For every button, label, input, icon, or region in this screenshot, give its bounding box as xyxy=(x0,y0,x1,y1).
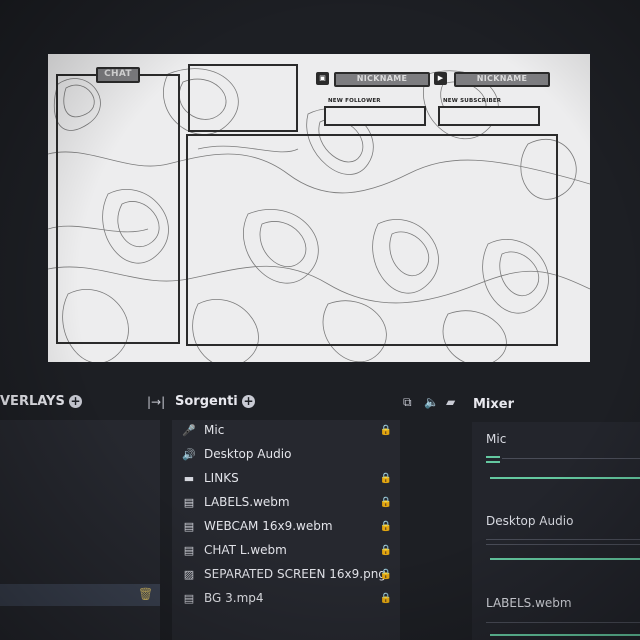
mixer-channel-label: LABELS.webm xyxy=(486,596,572,610)
twitch-nickname: NICKNAME xyxy=(334,72,430,87)
preview-canvas[interactable]: CHAT ▣ NICKNAME ▶ NICKNAME NEW FOLLOWER … xyxy=(48,54,590,362)
mic-volume-slider[interactable] xyxy=(490,477,640,479)
new-follower-box xyxy=(324,106,426,126)
source-label: BG 3.mp4 xyxy=(204,591,264,605)
lock-icon[interactable]: 🔒 xyxy=(380,497,392,508)
lock-icon[interactable]: 🔒 xyxy=(380,521,392,532)
source-item[interactable]: ▤ CHAT L.webm 🔒 xyxy=(172,538,400,562)
lock-icon[interactable]: 🔒 xyxy=(380,425,392,436)
microphone-icon: 🎤 xyxy=(182,423,196,437)
mic-level-meter xyxy=(486,461,500,463)
source-label: SEPARATED SCREEN 16x9.png xyxy=(204,567,386,581)
lock-icon[interactable]: 🔒 xyxy=(380,473,392,484)
file-icon: ▤ xyxy=(183,519,195,533)
add-folder-icon[interactable]: ▰ xyxy=(446,395,455,409)
add-source-icon[interactable]: + xyxy=(242,395,255,408)
source-label: LINKS xyxy=(204,471,239,485)
new-subscriber-label: NEW SUBSCRIBER xyxy=(443,98,502,104)
lock-icon[interactable]: 🔒 xyxy=(380,569,392,580)
scene-item-selected[interactable]: 🗑 xyxy=(0,584,160,606)
youtube-icon: ▶ xyxy=(434,72,447,85)
scenes-title: VERLAYS xyxy=(0,394,65,409)
file-icon: ▤ xyxy=(183,495,195,509)
new-follower-label: NEW FOLLOWER xyxy=(328,98,381,104)
chat-label: CHAT xyxy=(96,67,140,83)
mixer-title: Mixer xyxy=(473,397,515,412)
add-scene-icon[interactable]: + xyxy=(69,395,82,408)
source-item[interactable]: ▬ LINKS 🔒 xyxy=(172,466,400,490)
file-icon: ▤ xyxy=(183,591,195,605)
lock-icon[interactable]: 🔒 xyxy=(380,545,392,556)
filter-icon[interactable]: ⧉ xyxy=(403,395,412,410)
source-item[interactable]: 🎤 Mic 🔒 xyxy=(172,418,400,442)
labels-volume-slider[interactable] xyxy=(490,634,640,636)
collapse-dock-icon[interactable]: |→| xyxy=(147,395,165,409)
source-item[interactable]: ▤ BG 3.mp4 🔒 xyxy=(172,586,400,610)
image-icon: ▨ xyxy=(183,567,195,581)
youtube-nickname: NICKNAME xyxy=(454,72,550,87)
desktop-audio-meter-track xyxy=(486,539,640,540)
sources-title: Sorgenti xyxy=(175,394,238,409)
speaker-icon: 🔊 xyxy=(182,447,196,461)
source-label: LABELS.webm xyxy=(204,495,290,509)
desktop-audio-meter-track xyxy=(486,544,640,545)
audio-settings-icon[interactable]: 🔈 xyxy=(424,395,439,409)
source-item[interactable]: 🔊 Desktop Audio xyxy=(172,442,400,466)
source-item[interactable]: ▤ LABELS.webm 🔒 xyxy=(172,490,400,514)
lock-icon[interactable]: 🔒 xyxy=(380,593,392,604)
scenes-panel[interactable] xyxy=(0,420,160,640)
trash-icon[interactable]: 🗑 xyxy=(138,587,153,601)
mixer-channel-label: Mic xyxy=(486,432,507,446)
mixer-channel-label: Desktop Audio xyxy=(486,514,574,528)
source-label: CHAT L.webm xyxy=(204,543,287,557)
source-item[interactable]: ▤ WEBCAM 16x9.webm 🔒 xyxy=(172,514,400,538)
mic-meter-track xyxy=(502,458,640,459)
webcam-frame xyxy=(188,64,298,132)
chat-frame xyxy=(56,74,180,344)
desktop-audio-volume-slider[interactable] xyxy=(490,558,640,560)
new-subscriber-box xyxy=(438,106,540,126)
labels-meter-track xyxy=(486,622,640,623)
source-label: WEBCAM 16x9.webm xyxy=(204,519,333,533)
folder-icon: ▬ xyxy=(183,471,195,485)
source-label: Desktop Audio xyxy=(204,447,292,461)
mic-level-meter xyxy=(486,456,500,458)
file-icon: ▤ xyxy=(183,543,195,557)
main-screen-frame xyxy=(186,134,558,346)
source-label: Mic xyxy=(204,423,225,437)
twitch-icon: ▣ xyxy=(316,72,329,85)
source-item[interactable]: ▨ SEPARATED SCREEN 16x9.png 🔒 xyxy=(172,562,400,586)
dock-header: VERLAYS + |→| Sorgenti + ⧉ 🔈 ▰ Mixer xyxy=(0,388,640,418)
